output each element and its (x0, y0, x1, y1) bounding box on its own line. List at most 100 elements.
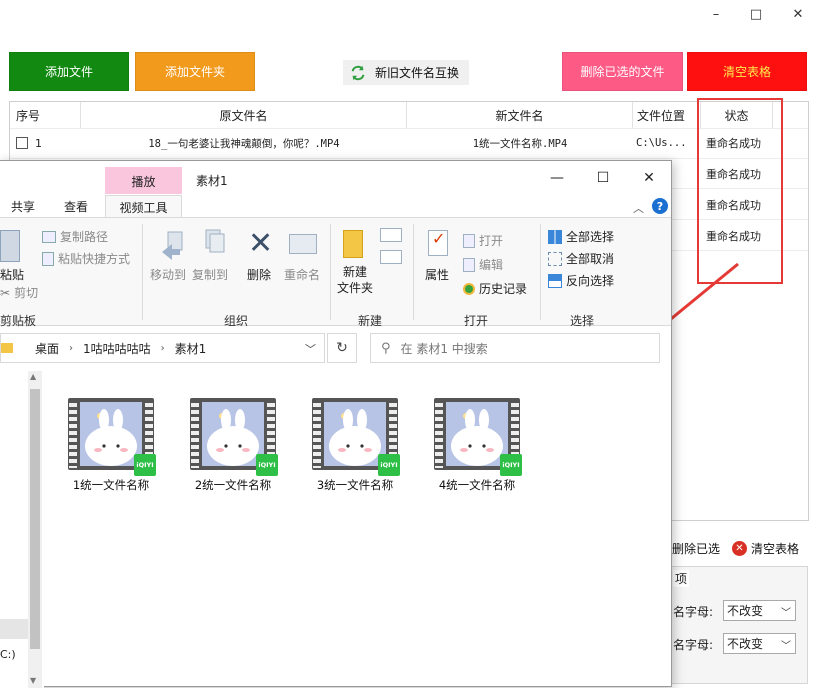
invert-selection-button[interactable]: 反向选择 (548, 272, 614, 289)
edit-button[interactable]: 编辑 (463, 256, 503, 273)
easy-access-icon[interactable] (380, 250, 402, 264)
file-item[interactable]: iQIYI 2统一文件名称 (183, 398, 283, 498)
column-header-index[interactable]: 序号 (10, 102, 81, 128)
new-folder-label-2: 文件夹 (336, 281, 373, 295)
chevron-down-icon: ﹀ (781, 608, 791, 619)
clear-table-small-button[interactable]: ✕ 清空表格 (732, 537, 799, 559)
paste-shortcut-icon (42, 251, 54, 266)
address-bar[interactable]: 桌面 › 1咕咕咕咕咕 › 素材1 ﹀ (0, 333, 325, 363)
delete-button[interactable]: 删除 (247, 266, 271, 283)
paste-button[interactable]: 粘贴 (0, 266, 24, 283)
row-checkbox[interactable] (16, 137, 28, 149)
breadcrumb-desktop[interactable]: 桌面 (35, 340, 59, 357)
help-icon[interactable]: ? (652, 198, 668, 214)
delete-selected-small-label: 删除已选 (672, 541, 721, 556)
new-folder-icon (343, 230, 363, 258)
file-item[interactable]: iQIYI 3统一文件名称 (305, 398, 405, 498)
history-icon (463, 282, 475, 295)
rename-icon (289, 234, 317, 254)
paste-shortcut-label: 粘贴快捷方式 (58, 252, 131, 266)
table-cell-location: C:\Us... (636, 137, 687, 149)
open-group-label: 打开 (464, 314, 489, 328)
delete-selected-small-button[interactable]: 删除已选 (672, 537, 720, 559)
select-none-label: 全部取消 (566, 252, 615, 266)
history-label: 历史记录 (479, 282, 528, 296)
clear-icon: ✕ (732, 540, 747, 556)
option1-label: 名字母: (673, 605, 714, 619)
column-header-status[interactable]: 状态 (701, 102, 773, 128)
add-file-button[interactable]: 添加文件 (9, 52, 129, 91)
maximize-button[interactable]: □ (741, 2, 771, 26)
nav-drive-label[interactable]: C:) (0, 648, 16, 661)
swap-names-button[interactable]: 新旧文件名互换 (343, 60, 469, 85)
clipboard-group-label: 剪贴板 (0, 314, 37, 328)
refresh-button[interactable]: ↻ (327, 333, 357, 363)
clear-table-button[interactable]: 清空表格 (687, 52, 807, 91)
maximize-button[interactable]: ☐ (583, 165, 623, 191)
contextual-tab-header: 播放 (105, 167, 182, 194)
cut-button[interactable]: ✂ 剪切 (0, 284, 38, 301)
delete-selected-button[interactable]: 删除已选的文件 (562, 52, 683, 91)
select-group-label: 选择 (570, 314, 595, 328)
new-folder-button[interactable]: 新建 文件夹 (336, 264, 374, 296)
open-button[interactable]: 打开 (463, 232, 503, 249)
column-header-old-name[interactable]: 原文件名 (81, 102, 407, 128)
swap-icon (351, 65, 365, 80)
folder-icon (1, 343, 13, 353)
paste-icon[interactable] (0, 230, 20, 262)
ribbon-toolbar: 粘贴 复制路径 粘贴快捷方式 ✂ 剪切 剪贴板 移动到 复制到 ✕ 删除 重命名… (0, 217, 671, 328)
close-button[interactable]: ✕ (783, 2, 813, 26)
move-to-button[interactable]: 移动到 (150, 266, 186, 283)
file-item[interactable]: iQIYI 4统一文件名称 (427, 398, 527, 498)
close-button[interactable]: ✕ (629, 165, 669, 191)
tab-view[interactable]: 查看 (53, 195, 99, 217)
copy-to-icon (200, 228, 226, 260)
chevron-down-icon[interactable]: ﹀ (305, 341, 316, 357)
bunny-illustration (80, 402, 142, 466)
delete-icon: ✕ (248, 226, 274, 261)
option1-value: 不改变 (727, 604, 764, 618)
history-button[interactable]: 历史记录 (463, 280, 527, 297)
chevron-right-icon: › (160, 342, 165, 354)
scroll-down-icon[interactable]: ▼ (30, 676, 36, 685)
tab-video-tools[interactable]: 视频工具 (105, 195, 182, 218)
play-tab-label: 播放 (131, 175, 156, 189)
iqiyi-badge-icon: iQIYI (256, 454, 278, 476)
nav-selected-item[interactable] (0, 619, 28, 639)
edit-label: 编辑 (479, 258, 504, 272)
add-folder-button[interactable]: 添加文件夹 (135, 52, 255, 91)
select-none-button[interactable]: 全部取消 (548, 250, 614, 267)
search-placeholder: 在 素材1 中搜索 (400, 341, 488, 356)
select-all-button[interactable]: 全部选择 (548, 228, 614, 245)
refresh-icon: ↻ (336, 340, 348, 356)
copy-to-button[interactable]: 复制到 (192, 266, 228, 283)
window-title: 素材1 (196, 174, 228, 188)
search-box[interactable]: ⚲ 在 素材1 中搜索 (370, 333, 660, 363)
option2-select[interactable]: 不改变 ﹀ (723, 633, 796, 654)
breadcrumb-parent-folder[interactable]: 1咕咕咕咕咕 (83, 340, 151, 357)
minimize-button[interactable]: – (701, 2, 731, 26)
file-item[interactable]: iQIYI 1统一文件名称 (61, 398, 161, 498)
table-cell-status: 重命名成功 (706, 168, 761, 181)
copy-path-button[interactable]: 复制路径 (42, 228, 108, 245)
option1-select[interactable]: 不改变 ﹀ (723, 600, 796, 621)
new-item-icon[interactable] (380, 228, 402, 242)
breadcrumb-current-folder[interactable]: 素材1 (175, 340, 207, 357)
tab-share[interactable]: 共享 (0, 195, 46, 217)
minimize-button[interactable]: — (537, 165, 577, 191)
copy-path-icon (42, 230, 56, 243)
paste-shortcut-button[interactable]: 粘贴快捷方式 (42, 250, 130, 267)
invert-selection-icon (548, 273, 562, 288)
collapse-ribbon-icon[interactable]: ︿ (633, 200, 644, 216)
rename-button[interactable]: 重命名 (284, 266, 320, 283)
file-name: 1统一文件名称 (72, 478, 150, 492)
iqiyi-badge-icon: iQIYI (378, 454, 400, 476)
scroll-up-icon[interactable]: ▲ (30, 372, 36, 381)
nav-scrollbar-thumb[interactable] (30, 389, 40, 649)
column-header-location[interactable]: 文件位置 (633, 102, 701, 128)
properties-button[interactable]: 属性 (425, 266, 449, 283)
select-none-icon (548, 251, 562, 266)
column-header-new-name[interactable]: 新文件名 (407, 102, 633, 128)
table-row-1-index[interactable]: 1 (16, 128, 42, 158)
option2-label: 名字母: (673, 638, 714, 652)
